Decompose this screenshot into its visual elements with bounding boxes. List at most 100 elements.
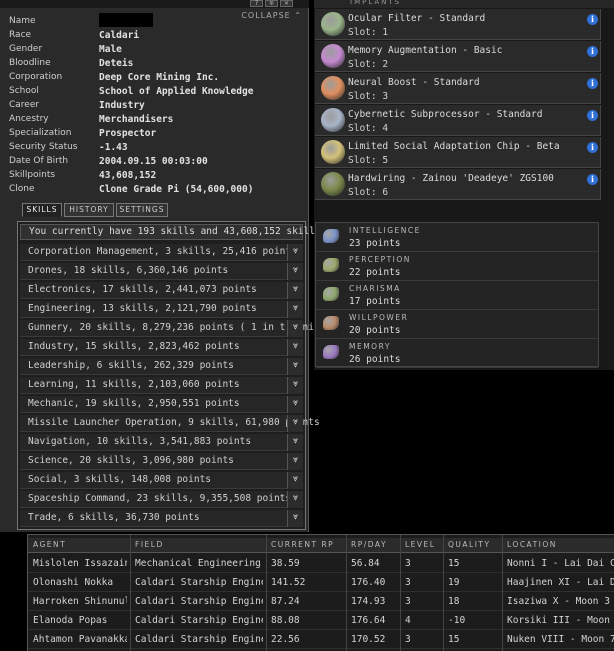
expand-chevron-icon[interactable]: ⩔: [287, 415, 303, 432]
table-row[interactable]: Elanoda Popas Caldari Starship Engineerin…: [28, 611, 614, 630]
research-agents-table: AGENT FIELD CURRENT RP RP/DAY LEVEL QUALITY LO…: [27, 534, 614, 651]
info-label: Race: [9, 30, 32, 40]
skill-group-row[interactable]: Leadership, 6 skills, 262,329 points ⩔: [20, 358, 303, 375]
column-header[interactable]: LOCATION: [507, 540, 614, 549]
info-row: Name: [9, 16, 309, 30]
skill-group-row[interactable]: Navigation, 10 skills, 3,541,883 points ⩔: [20, 434, 303, 451]
skill-group-row[interactable]: Social, 3 skills, 148,008 points ⩔: [20, 472, 303, 489]
implant-slot: Slot: 6: [348, 187, 389, 198]
table-row[interactable]: Mislolen Issazainen Mechanical Engineerin…: [28, 554, 614, 573]
table-cell: 3: [405, 558, 411, 569]
info-icon[interactable]: i: [587, 78, 598, 89]
implant-row[interactable]: Memory Augmentation - Basic Slot: 2 i: [315, 41, 601, 72]
info-icon[interactable]: i: [587, 14, 598, 25]
table-cell: Korsiki III - Moon 5 - Lai Dai Corporati…: [507, 615, 614, 626]
close-button[interactable]: ✕: [280, 0, 293, 7]
help-button[interactable]: ?: [250, 0, 263, 7]
skill-group-row[interactable]: Science, 20 skills, 3,096,980 points ⩔: [20, 453, 303, 470]
table-cell: 170.52: [351, 634, 386, 645]
info-label: Name: [9, 16, 36, 26]
table-cell: 176.64: [351, 615, 386, 626]
implant-row[interactable]: Hardwiring - Zainou 'Deadeye' ZGS100 Slot…: [315, 169, 601, 200]
info-row: Security Status -1.43: [9, 142, 309, 156]
implant-row[interactable]: Ocular Filter - Standard Slot: 1 i: [315, 9, 601, 40]
skill-group-row[interactable]: Drones, 18 skills, 6,360,146 points ⩔: [20, 263, 303, 280]
skill-group-row[interactable]: Gunnery, 20 skills, 8,279,236 points ( 1…: [20, 320, 337, 337]
skill-group-label: Corporation Management, 3 skills, 25,416…: [28, 246, 297, 257]
info-label: Corporation: [9, 72, 63, 82]
attribute-name: PERCEPTION: [349, 255, 411, 264]
expand-chevron-icon[interactable]: ⩔: [287, 377, 303, 394]
table-cell: Nonni I - Lai Dai Corporation Factory: [507, 558, 614, 569]
expand-chevron-icon[interactable]: ⩔: [287, 491, 303, 508]
tab-settings[interactable]: SETTINGS: [116, 203, 168, 217]
column-divider[interactable]: [400, 535, 401, 651]
table-row[interactable]: Olonashi Nokka Caldari Starship Engineeri…: [28, 573, 614, 592]
table-cell: Elanoda Popas: [33, 615, 108, 626]
implant-name: Ocular Filter - Standard: [348, 13, 486, 24]
column-divider[interactable]: [130, 535, 131, 651]
expand-chevron-icon[interactable]: ⩔: [287, 472, 303, 489]
column-header[interactable]: FIELD: [135, 540, 267, 549]
skills-summary: You currently have 193 skills and 43,608…: [20, 224, 355, 240]
expand-chevron-icon[interactable]: ⩔: [287, 301, 303, 318]
skill-group-row[interactable]: Learning, 11 skills, 2,103,060 points ⩔: [20, 377, 303, 394]
expand-chevron-icon[interactable]: ⩔: [287, 244, 303, 261]
info-icon[interactable]: i: [587, 46, 598, 57]
skill-group-row[interactable]: Trade, 6 skills, 36,730 points ⩔: [20, 510, 303, 527]
expand-chevron-icon[interactable]: ⩔: [287, 453, 303, 470]
info-row: Ancestry Merchandisers: [9, 114, 309, 128]
info-value: Industry: [99, 100, 145, 111]
expand-chevron-icon[interactable]: ⩔: [287, 358, 303, 375]
attribute-row: INTELLIGENCE 23 points: [316, 223, 598, 252]
column-divider[interactable]: [266, 535, 267, 651]
implant-row[interactable]: Limited Social Adaptation Chip - Beta Slo…: [315, 137, 601, 168]
column-divider[interactable]: [443, 535, 444, 651]
implant-slot: Slot: 3: [348, 91, 389, 102]
info-label: Bloodline: [9, 58, 51, 68]
column-divider[interactable]: [502, 535, 503, 651]
info-icon[interactable]: i: [587, 110, 598, 121]
skill-group-row[interactable]: Spaceship Command, 23 skills, 9,355,508 …: [20, 491, 303, 508]
info-row: Career Industry: [9, 100, 309, 114]
skill-group-row[interactable]: Corporation Management, 3 skills, 25,416…: [20, 244, 303, 261]
column-header[interactable]: AGENT: [33, 540, 131, 549]
table-row[interactable]: Harroken Shinunula Caldari Starship Engin…: [28, 592, 614, 611]
expand-chevron-icon[interactable]: ⩔: [287, 263, 303, 280]
implant-row[interactable]: Neural Boost - Standard Slot: 3 i: [315, 73, 601, 104]
info-row: Skillpoints 43,608,152: [9, 170, 309, 184]
table-cell: 4: [405, 615, 411, 626]
skill-group-row[interactable]: Electronics, 17 skills, 2,441,073 points…: [20, 282, 303, 299]
column-header[interactable]: QUALITY: [448, 540, 503, 549]
info-row: Specialization Prospector: [9, 128, 309, 142]
expand-chevron-icon[interactable]: ⩔: [287, 339, 303, 356]
table-cell: Ahtamon Pavanakka: [33, 634, 127, 645]
skill-group-row[interactable]: Industry, 15 skills, 2,823,462 points ⩔: [20, 339, 303, 356]
info-value: Deteis: [99, 58, 134, 69]
info-row: Corporation Deep Core Mining Inc.: [9, 72, 309, 86]
tab-history[interactable]: HISTORY: [64, 203, 114, 217]
info-icon[interactable]: i: [587, 142, 598, 153]
expand-chevron-icon[interactable]: ⩔: [287, 320, 303, 337]
column-header[interactable]: CURRENT RP: [271, 540, 347, 549]
skill-group-row[interactable]: Mechanic, 19 skills, 2,950,551 points ⩔: [20, 396, 303, 413]
tab-skills[interactable]: SKILLS: [22, 203, 62, 217]
minimize-button[interactable]: ⊙: [265, 0, 278, 7]
table-row[interactable]: Ahtamon Pavanakka Caldari Starship Engine…: [28, 630, 614, 649]
expand-chevron-icon[interactable]: ⩔: [287, 510, 303, 527]
attribute-points: 22 points: [349, 267, 401, 278]
column-header[interactable]: RP/DAY: [351, 540, 401, 549]
column-header[interactable]: LEVEL: [405, 540, 444, 549]
implant-row[interactable]: Cybernetic Subprocessor - Standard Slot: …: [315, 105, 601, 136]
implant-slot: Slot: 1: [348, 27, 389, 38]
info-value: 43,608,152: [99, 170, 157, 181]
skill-group-row[interactable]: Engineering, 13 skills, 2,121,790 points…: [20, 301, 303, 318]
info-icon[interactable]: i: [587, 174, 598, 185]
expand-chevron-icon[interactable]: ⩔: [287, 434, 303, 451]
table-cell: 88.08: [271, 615, 300, 626]
expand-chevron-icon[interactable]: ⩔: [287, 396, 303, 413]
expand-chevron-icon[interactable]: ⩔: [287, 282, 303, 299]
table-cell: Harroken Shinunula: [33, 596, 127, 607]
column-divider[interactable]: [346, 535, 347, 651]
skill-group-row[interactable]: Missile Launcher Operation, 9 skills, 61…: [20, 415, 320, 432]
